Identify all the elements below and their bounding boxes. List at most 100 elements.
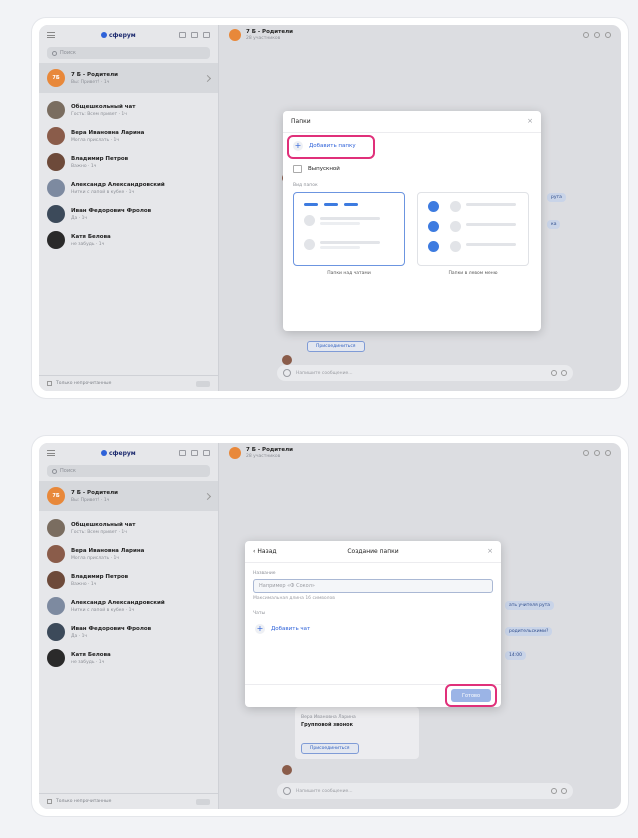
join-call-button[interactable]: Присоединиться bbox=[307, 341, 365, 352]
sidebar: сферум Поиск 7Б 7 Б - Родители Вы: Привет… bbox=[39, 25, 219, 391]
sidebar: сферум Поиск 7Б 7 Б - Родители Вы: Привет… bbox=[39, 443, 219, 809]
join-call-button[interactable]: Присоединиться bbox=[301, 743, 359, 754]
list-item[interactable]: Катя Белова не забудь · 1ч bbox=[39, 645, 218, 671]
search-input[interactable]: Поиск bbox=[47, 465, 210, 477]
avatar bbox=[47, 597, 65, 615]
view-option-left[interactable]: Папки в левом меню bbox=[417, 192, 529, 276]
avatar bbox=[47, 571, 65, 589]
preview-bar bbox=[320, 246, 360, 249]
search-icon[interactable] bbox=[594, 32, 600, 38]
avatar bbox=[282, 765, 292, 775]
attach-icon[interactable] bbox=[283, 787, 291, 795]
preview-bar bbox=[324, 203, 338, 206]
add-chat-button[interactable]: + Добавить чат bbox=[245, 620, 501, 638]
emoji-icon[interactable] bbox=[551, 788, 557, 794]
call-icon[interactable] bbox=[583, 32, 589, 38]
checkbox-icon[interactable] bbox=[47, 381, 52, 386]
avatar bbox=[282, 355, 292, 365]
folder-icon[interactable] bbox=[203, 450, 210, 456]
list-item[interactable]: Общешкольный чат Гость: Всем привет · 1ч bbox=[39, 97, 218, 123]
create-folder-dialog: ‹ Назад Создание папки × Название Наприм… bbox=[245, 541, 501, 707]
more-icon[interactable] bbox=[605, 450, 611, 456]
view-preview-left[interactable] bbox=[417, 192, 529, 266]
chevron-icon[interactable] bbox=[203, 74, 212, 82]
unread-filter[interactable]: Только непрочитанные bbox=[39, 375, 218, 391]
preview-bar bbox=[466, 203, 516, 206]
sidebar-header: сферум bbox=[39, 25, 218, 45]
logo-icon bbox=[101, 450, 107, 456]
screenshot-panel-create-folder: сферум Поиск 7Б 7 Б - Родители Вы: Привет… bbox=[32, 436, 628, 816]
chat-header: 7 Б - Родители 28 участников bbox=[219, 25, 621, 45]
chat-item-selected[interactable]: 7Б 7 Б - Родители Вы: Привет! · 1ч bbox=[39, 481, 218, 511]
view-option-top[interactable]: Папки над чатами bbox=[293, 192, 405, 276]
chevron-icon[interactable] bbox=[203, 492, 212, 500]
chat-item-selected[interactable]: 7Б 7 Б - Родители Вы: Привет! · 1ч bbox=[39, 63, 218, 93]
search-icon bbox=[52, 468, 57, 474]
preview-circle bbox=[450, 221, 461, 232]
highlight-frame bbox=[445, 684, 497, 707]
message-input[interactable]: Напишите сообщение... bbox=[277, 783, 573, 799]
list-item[interactable]: Александр Александровский Нитки с лапой в… bbox=[39, 175, 218, 201]
preview-circle bbox=[450, 241, 461, 252]
avatar: 7Б bbox=[47, 69, 65, 87]
dialog-title: Создание папки bbox=[347, 548, 399, 555]
app-window: сферум Поиск 7Б 7 Б - Родители Вы: Привет… bbox=[39, 25, 621, 391]
compose-icon[interactable] bbox=[179, 32, 186, 38]
voice-message[interactable]: 14:00 bbox=[505, 651, 526, 660]
search-icon[interactable] bbox=[594, 450, 600, 456]
compose-icon[interactable] bbox=[179, 450, 186, 456]
menu-icon[interactable] bbox=[47, 450, 55, 456]
folder-icon bbox=[293, 165, 302, 173]
preview-circle bbox=[450, 201, 461, 212]
list-item[interactable]: Вера Ивановна Ларина Могла прислать · 1ч bbox=[39, 123, 218, 149]
folder-item[interactable]: Выпускной bbox=[283, 161, 541, 177]
message-bubble: рута bbox=[547, 193, 566, 202]
mic-icon[interactable] bbox=[561, 788, 567, 794]
close-icon[interactable]: × bbox=[527, 118, 533, 125]
list-item[interactable]: Вера Ивановна Ларина Могла прислать · 1ч bbox=[39, 541, 218, 567]
avatar bbox=[47, 179, 65, 197]
folder-icon[interactable] bbox=[203, 32, 210, 38]
search-input[interactable]: Поиск bbox=[47, 47, 210, 59]
avatar bbox=[47, 649, 65, 667]
logo-icon bbox=[101, 32, 107, 38]
calendar-icon[interactable] bbox=[191, 450, 198, 456]
preview-circle bbox=[428, 221, 439, 232]
checkbox-icon[interactable] bbox=[47, 799, 52, 804]
avatar bbox=[47, 623, 65, 641]
preview-bar bbox=[344, 203, 358, 206]
menu-icon[interactable] bbox=[47, 32, 55, 38]
list-item[interactable]: Иван Федорович Фролов Да · 1ч bbox=[39, 619, 218, 645]
mic-icon[interactable] bbox=[561, 370, 567, 376]
unread-filter[interactable]: Только непрочитанные bbox=[39, 793, 218, 809]
call-card: Вера Ивановна Ларина Групповой звонок Пр… bbox=[295, 707, 419, 759]
app-window: сферум Поиск 7Б 7 Б - Родители Вы: Привет… bbox=[39, 443, 621, 809]
list-item[interactable]: Владимир Петров Важно · 1ч bbox=[39, 149, 218, 175]
folder-name-input[interactable]: Например «Ф Сокол» bbox=[253, 579, 493, 593]
list-item[interactable]: Александр Александровский Нитки с лапой в… bbox=[39, 593, 218, 619]
logo: сферум bbox=[101, 32, 136, 39]
dialog-header: ‹ Назад Создание папки × bbox=[245, 541, 501, 563]
plus-icon: + bbox=[255, 624, 265, 634]
call-icon[interactable] bbox=[583, 450, 589, 456]
sidebar-header: сферум bbox=[39, 443, 218, 463]
shortcut-badge bbox=[196, 798, 210, 805]
attach-icon[interactable] bbox=[283, 369, 291, 377]
folders-dialog: Папки × + Добавить папку Выпускной Вид п… bbox=[283, 111, 541, 331]
list-item[interactable]: Катя Белова не забудь · 1ч bbox=[39, 227, 218, 253]
more-icon[interactable] bbox=[605, 32, 611, 38]
view-preview-top[interactable] bbox=[293, 192, 405, 266]
logo: сферум bbox=[101, 450, 136, 457]
avatar bbox=[47, 231, 65, 249]
chat-header: 7 Б - Родители 28 участников bbox=[219, 443, 621, 463]
list-item[interactable]: Владимир Петров Важно · 1ч bbox=[39, 567, 218, 593]
message-input[interactable]: Напишите сообщение... bbox=[277, 365, 573, 381]
list-item[interactable]: Иван Федорович Фролов Да · 1ч bbox=[39, 201, 218, 227]
search-icon bbox=[52, 50, 57, 56]
list-item[interactable]: Общешкольный чат Гость: Всем привет · 1ч bbox=[39, 515, 218, 541]
avatar bbox=[229, 29, 241, 41]
calendar-icon[interactable] bbox=[191, 32, 198, 38]
preview-bar bbox=[304, 203, 318, 206]
emoji-icon[interactable] bbox=[551, 370, 557, 376]
message-bubble: родительскими? bbox=[505, 627, 553, 636]
